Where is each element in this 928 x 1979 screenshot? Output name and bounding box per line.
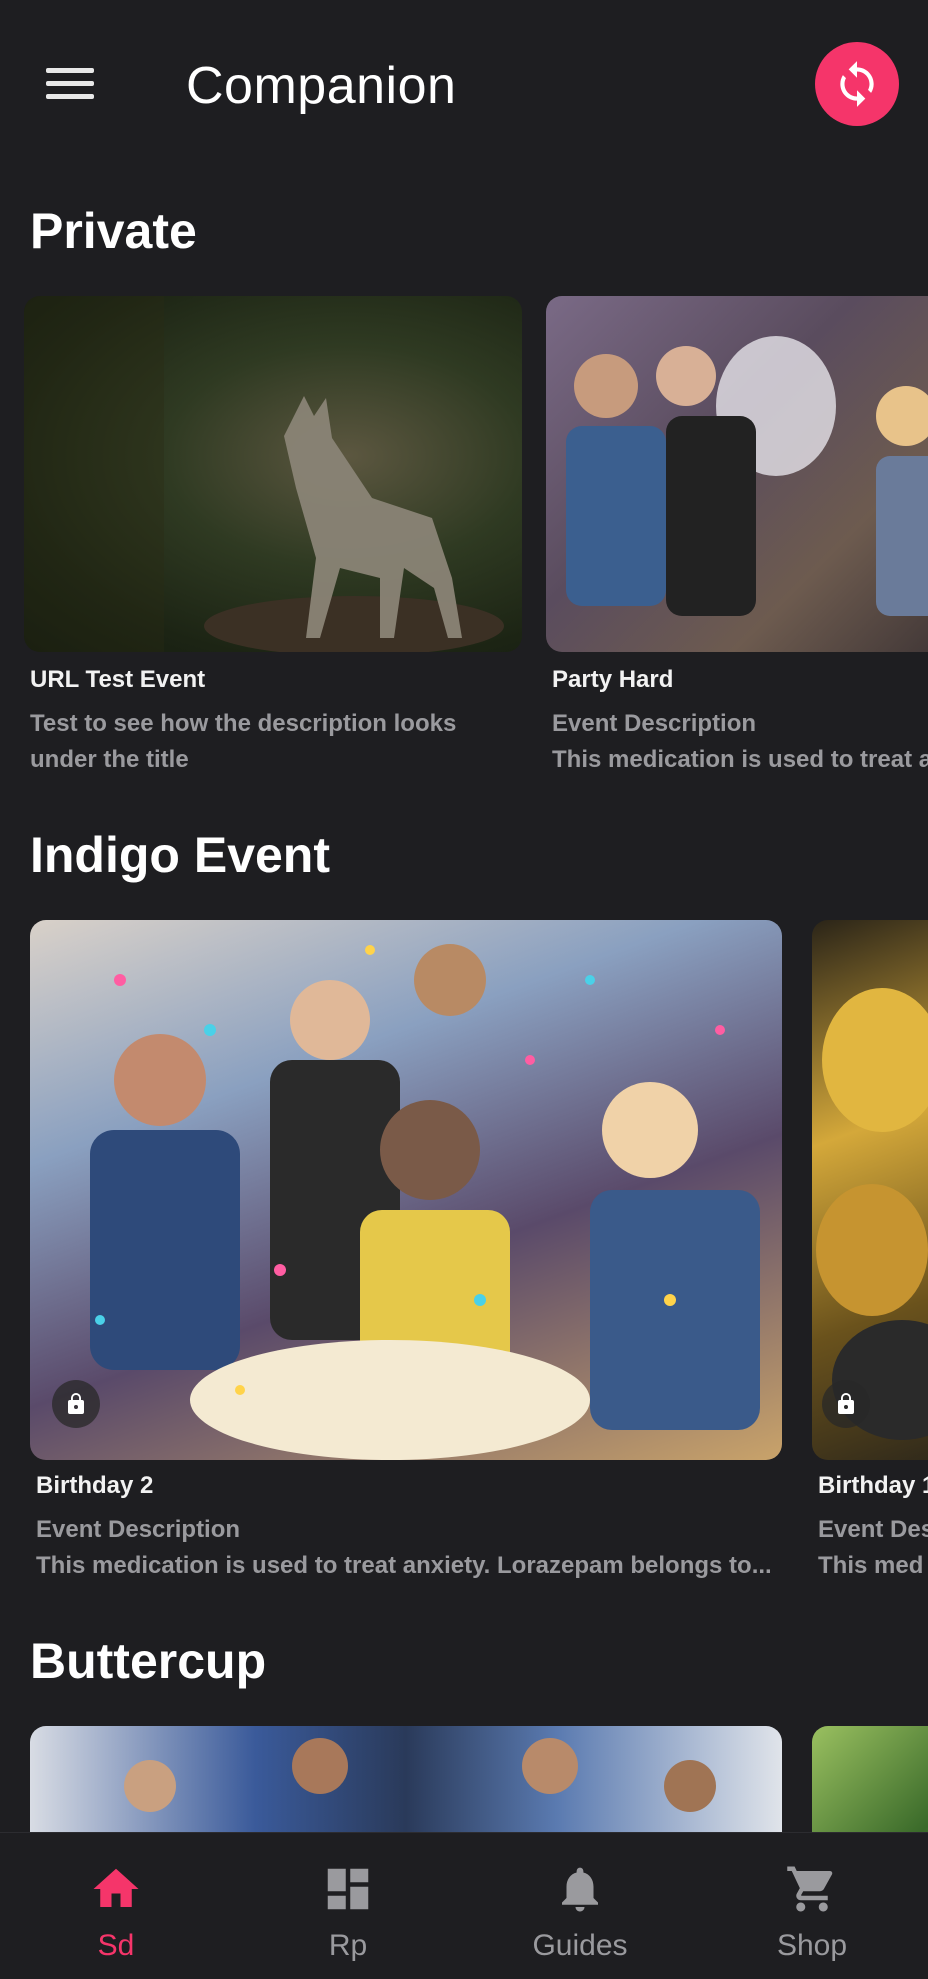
event-title: Birthday 1 <box>818 1472 928 1499</box>
nav-label: Guides <box>532 1929 628 1962</box>
event-desc-line2: This medication is used to treat anxiety… <box>36 1552 772 1579</box>
event-card-birthday-2[interactable]: Birthday 2 Event Description This medica… <box>30 920 782 1579</box>
event-desc-line1: Event Description <box>552 710 757 737</box>
event-card-birthday-1[interactable]: Birthday 1 Event Des This med <box>812 920 928 1579</box>
nav-item-sd[interactable]: Sd <box>0 1833 232 1979</box>
event-image-birthday <box>30 920 782 1460</box>
carousel-indigo-event[interactable]: Birthday 2 Event Description This medica… <box>0 920 928 1590</box>
event-desc-line1: Event Des <box>818 1516 928 1543</box>
carousel-buttercup[interactable] <box>0 1726 928 1832</box>
nav-label: Rp <box>328 1929 368 1962</box>
nav-label: Sd <box>97 1929 135 1962</box>
wolf-illustration <box>24 296 504 652</box>
event-image-wolf <box>24 296 522 652</box>
event-title: Birthday 2 <box>36 1472 154 1499</box>
event-card-url-test[interactable]: URL Test Event Test to see how the descr… <box>24 296 522 773</box>
party-illustration <box>566 336 928 616</box>
hamburger-menu-icon[interactable] <box>46 64 96 104</box>
nav-item-guides[interactable]: Guides <box>464 1833 696 1979</box>
nav-label: Shop <box>776 1929 848 1962</box>
event-desc-line2: This medication is used to treat a <box>552 746 928 773</box>
section-title-indigo-event: Indigo Event <box>30 827 330 883</box>
section-title-buttercup: Buttercup <box>30 1633 267 1689</box>
event-desc-line1: Event Description <box>36 1516 241 1543</box>
sync-button[interactable] <box>815 42 899 126</box>
event-desc-line2: This med <box>818 1552 924 1579</box>
home-icon <box>88 1861 144 1917</box>
section-title-private: Private <box>30 203 197 259</box>
lock-icon <box>822 1380 870 1428</box>
event-card-garden[interactable] <box>812 1726 928 1832</box>
app-header: Companion <box>0 0 928 170</box>
bottom-navigation: Sd Rp Guides Shop <box>0 1832 928 1979</box>
event-image-party <box>546 296 928 652</box>
event-card-group[interactable] <box>30 1726 782 1832</box>
nav-item-rp[interactable]: Rp <box>232 1833 464 1979</box>
birthday-illustration <box>90 944 760 1460</box>
event-image-balloons <box>812 920 928 1460</box>
event-card-party-hard[interactable]: Party Hard Event Description This medica… <box>546 296 928 773</box>
nav-item-shop[interactable]: Shop <box>696 1833 928 1979</box>
event-image-garden <box>812 1726 928 1832</box>
lock-icon <box>52 1380 100 1428</box>
event-image-group <box>30 1726 782 1832</box>
dashboard-icon <box>320 1861 376 1917</box>
balloons-illustration <box>816 988 928 1440</box>
group-illustration <box>124 1738 716 1812</box>
event-title: Party Hard <box>552 666 674 693</box>
event-desc-line1: Test to see how the description looks <box>30 710 457 737</box>
app-title: Companion <box>186 57 457 115</box>
event-desc-line2: under the title <box>30 746 189 773</box>
sync-icon <box>840 61 874 107</box>
cart-icon <box>784 1861 840 1917</box>
bell-icon <box>552 1861 608 1917</box>
carousel-private[interactable]: URL Test Event Test to see how the descr… <box>0 296 928 786</box>
event-title: URL Test Event <box>30 666 206 693</box>
